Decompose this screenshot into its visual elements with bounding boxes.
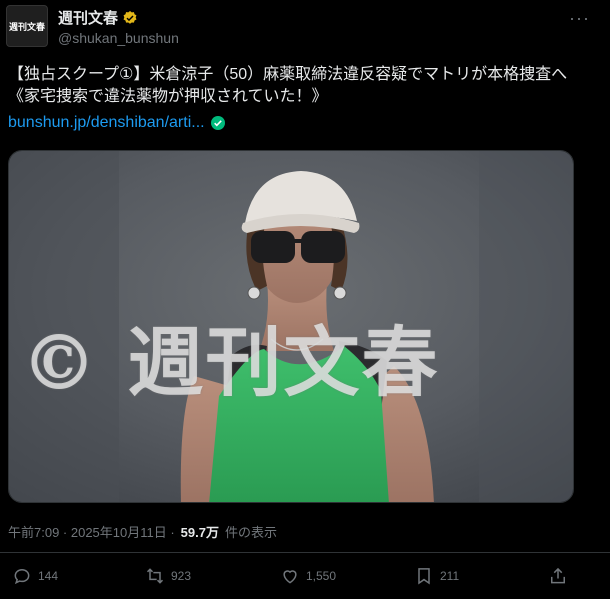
reply-count: 144 bbox=[38, 569, 59, 583]
post-link-row: bunshun.jp/denshiban/arti... bbox=[8, 114, 226, 132]
post-header: 週刊文春 週刊文春 @shukan_bunshun ··· bbox=[0, 0, 610, 56]
more-options-icon[interactable]: ··· bbox=[569, 8, 590, 29]
reply-button[interactable]: 144 bbox=[12, 566, 58, 586]
share-button[interactable] bbox=[548, 566, 568, 586]
like-button[interactable]: 1,550 bbox=[280, 566, 336, 586]
post-timestamp[interactable]: 午前7:09 · 2025年10月11日 · bbox=[8, 522, 175, 541]
name-row: 週刊文春 bbox=[58, 7, 138, 28]
post-link[interactable]: bunshun.jp/denshiban/arti... bbox=[8, 114, 205, 132]
divider bbox=[0, 552, 610, 553]
action-bar: 144 923 1,550 211 bbox=[0, 566, 610, 596]
account-name[interactable]: 週刊文春 bbox=[58, 7, 118, 28]
bookmark-button[interactable]: 211 bbox=[414, 566, 459, 586]
bookmark-icon bbox=[418, 568, 430, 585]
share-icon bbox=[551, 567, 565, 584]
post-image[interactable]: © 週刊文春 bbox=[8, 150, 574, 503]
view-count: 59.7万 bbox=[180, 525, 219, 540]
like-count: 1,550 bbox=[306, 569, 337, 583]
view-suffix: 件の表示 bbox=[224, 525, 277, 540]
image-watermark: © 週刊文春 bbox=[21, 318, 440, 407]
post-meta: 午前7:09 · 2025年10月11日 · 59.7万 件の表示 bbox=[8, 522, 277, 541]
repost-button[interactable]: 923 bbox=[145, 566, 191, 586]
reply-icon bbox=[14, 568, 30, 585]
verified-badge-icon bbox=[123, 10, 137, 24]
account-handle[interactable]: @shukan_bunshun bbox=[58, 30, 179, 46]
bookmark-count: 211 bbox=[440, 569, 460, 583]
repost-count: 923 bbox=[171, 569, 192, 583]
heart-icon bbox=[283, 570, 297, 584]
repost-icon bbox=[146, 568, 164, 584]
avatar-text: 週刊文春 bbox=[8, 22, 45, 33]
post-text: 【独占スクープ①】米倉涼子（50）麻薬取締法違反容疑でマトリが本格捜査へ《家宅捜… bbox=[8, 66, 568, 105]
avatar[interactable]: 週刊文春 bbox=[6, 5, 48, 47]
link-verified-icon bbox=[210, 116, 225, 130]
